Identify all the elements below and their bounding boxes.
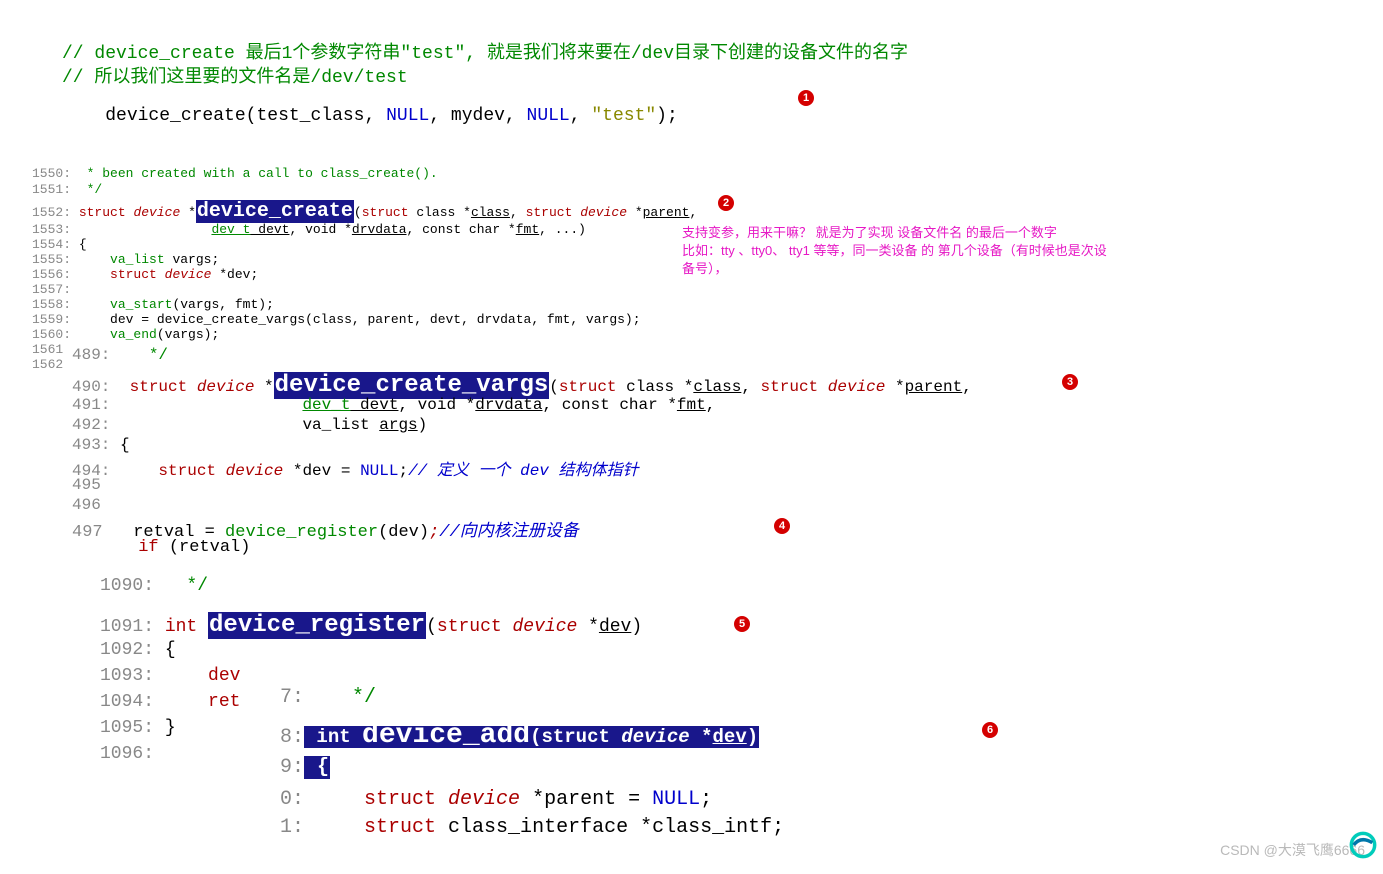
- ln1559: 1559: dev = device_create_vargs(class, p…: [32, 312, 641, 327]
- ln1561: 1561: [32, 342, 63, 357]
- badge-5: 5: [734, 616, 750, 632]
- fn-device-create: device_create: [196, 200, 354, 223]
- ln491: 491: dev_t devt, void *drvdata, const ch…: [72, 396, 715, 414]
- ln-b4-10: 0: struct device *parent = NULL;: [280, 788, 712, 811]
- badge-6: 6: [982, 722, 998, 738]
- watermark: CSDN @大漠飞鹰6666: [1220, 840, 1365, 860]
- ln1090: 1090: */: [100, 576, 208, 596]
- fn-device-add: device_add: [362, 720, 530, 751]
- ln1552: 1552: struct device *device_create(struc…: [32, 200, 697, 223]
- ln1562: 1562: [32, 357, 63, 372]
- ln489: 489: */: [72, 346, 168, 364]
- code-article: // device_create 最后1个参数字符串"test", 就是我们将来…: [0, 0, 1383, 874]
- ln493: 493: {: [72, 436, 130, 454]
- ln490: 490: struct device *device_create_vargs(…: [72, 372, 972, 399]
- ln-b4-11: 1: struct class_interface *class_intf;: [280, 816, 784, 839]
- ln1550: 1550: * been created with a call to clas…: [32, 166, 438, 181]
- ln1096: 1096:: [100, 744, 154, 764]
- ln-b4-8: 8: int device_add(struct device *dev): [280, 720, 759, 751]
- ln1557: 1557:: [32, 282, 71, 297]
- badge-4: 4: [774, 518, 790, 534]
- ln496: 496: [72, 496, 101, 514]
- ln492: 492: va_list args): [72, 416, 427, 434]
- if-line: if (retval): [128, 538, 250, 557]
- ln1556: 1556: struct device *dev;: [32, 267, 258, 282]
- ln1560: 1560: va_end(vargs);: [32, 327, 219, 342]
- ln495: 495: [72, 476, 101, 494]
- ln1095: 1095: }: [100, 718, 176, 738]
- badge-3: 3: [1062, 374, 1078, 390]
- ln1558: 1558: va_start(vargs, fmt);: [32, 297, 274, 312]
- fn-device-register: device_register: [208, 612, 426, 639]
- ln1555: 1555: va_list vargs;: [32, 252, 219, 267]
- ln1094: 1094: ret: [100, 692, 240, 712]
- ln1551: 1551: */: [32, 182, 102, 197]
- badge-2: 2: [718, 195, 734, 211]
- ln1553: 1553: dev_t devt, void *drvdata, const c…: [32, 222, 586, 237]
- annotation: 支持变参，用来干嘛？ 就是为了实现 设备文件名 的最后一个数字 比如：tty 、…: [682, 224, 1112, 278]
- fn-device-create-vargs: device_create_vargs: [274, 372, 550, 399]
- ln494: 494: struct device *dev = NULL;// 定义 一个 …: [72, 456, 639, 480]
- ln1093: 1093: dev: [100, 666, 240, 686]
- comment-1: // device_create 最后1个参数字符串"test", 就是我们将来…: [62, 38, 908, 64]
- ln-b4-9: 9: {: [280, 756, 330, 779]
- ln1092: 1092: {: [100, 640, 176, 660]
- comment-2: // 所以我们这里要的文件名是/dev/test: [62, 62, 408, 88]
- ln1091: 1091: int device_register(struct device …: [100, 612, 642, 639]
- top-call: device_create(test_class, NULL, mydev, N…: [62, 86, 678, 146]
- ln1554: 1554: {: [32, 237, 87, 252]
- ln-b4-7: 7: */: [280, 686, 376, 709]
- badge-1: 1: [798, 90, 814, 106]
- edge-logo-icon: [1349, 831, 1377, 864]
